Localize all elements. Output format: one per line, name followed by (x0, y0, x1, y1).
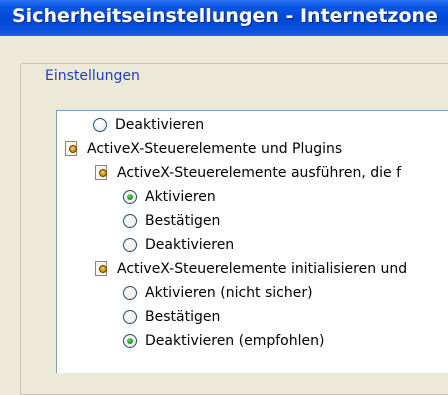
option-label: Bestätigen (145, 309, 221, 325)
radio-unchecked-icon[interactable] (123, 286, 137, 300)
radio-unchecked-icon[interactable] (93, 118, 107, 132)
title-bar[interactable]: Sicherheitseinstellungen - Internetzone (0, 0, 448, 36)
radio-unchecked-icon[interactable] (123, 238, 137, 252)
settings-list[interactable]: Deaktivieren ActiveX-Steuerelemente und … (56, 110, 448, 373)
radio-unchecked-icon[interactable] (123, 214, 137, 228)
radio-option[interactable]: Aktivieren (nicht sicher) (123, 281, 313, 305)
settings-category-icon (95, 261, 109, 277)
category-item: ActiveX-Steuerelemente und Plugins (65, 137, 342, 161)
radio-option[interactable]: Bestätigen (123, 305, 220, 329)
category-label: ActiveX-Steuerelemente und Plugins (87, 141, 343, 157)
radio-checked-icon[interactable] (123, 334, 137, 348)
window-title: Sicherheitseinstellungen - Internetzone (12, 5, 438, 27)
radio-option[interactable]: Deaktivieren (93, 113, 204, 137)
option-label: Deaktivieren (empfohlen) (145, 333, 325, 349)
option-label: Bestätigen (145, 213, 221, 229)
option-label: Deaktivieren (115, 117, 205, 133)
category-label: ActiveX-Steuerelemente initialisieren un… (117, 261, 408, 277)
category-label: ActiveX-Steuerelemente ausführen, die f (117, 165, 401, 181)
radio-option[interactable]: Deaktivieren (empfohlen) (123, 329, 324, 353)
option-label: Aktivieren (nicht sicher) (145, 285, 313, 301)
settings-category-icon (95, 165, 109, 181)
category-item: ActiveX-Steuerelemente initialisieren un… (95, 257, 407, 281)
option-label: Aktivieren (145, 189, 216, 205)
settings-group-label: Einstellungen (42, 68, 143, 84)
radio-option[interactable]: Aktivieren (123, 185, 216, 209)
radio-option[interactable]: Deaktivieren (123, 233, 234, 257)
category-item: ActiveX-Steuerelemente ausführen, die f (95, 161, 401, 185)
radio-checked-icon[interactable] (123, 190, 137, 204)
option-label: Deaktivieren (145, 237, 235, 253)
radio-option[interactable]: Bestätigen (123, 209, 220, 233)
radio-unchecked-icon[interactable] (123, 310, 137, 324)
settings-category-icon (65, 141, 79, 157)
